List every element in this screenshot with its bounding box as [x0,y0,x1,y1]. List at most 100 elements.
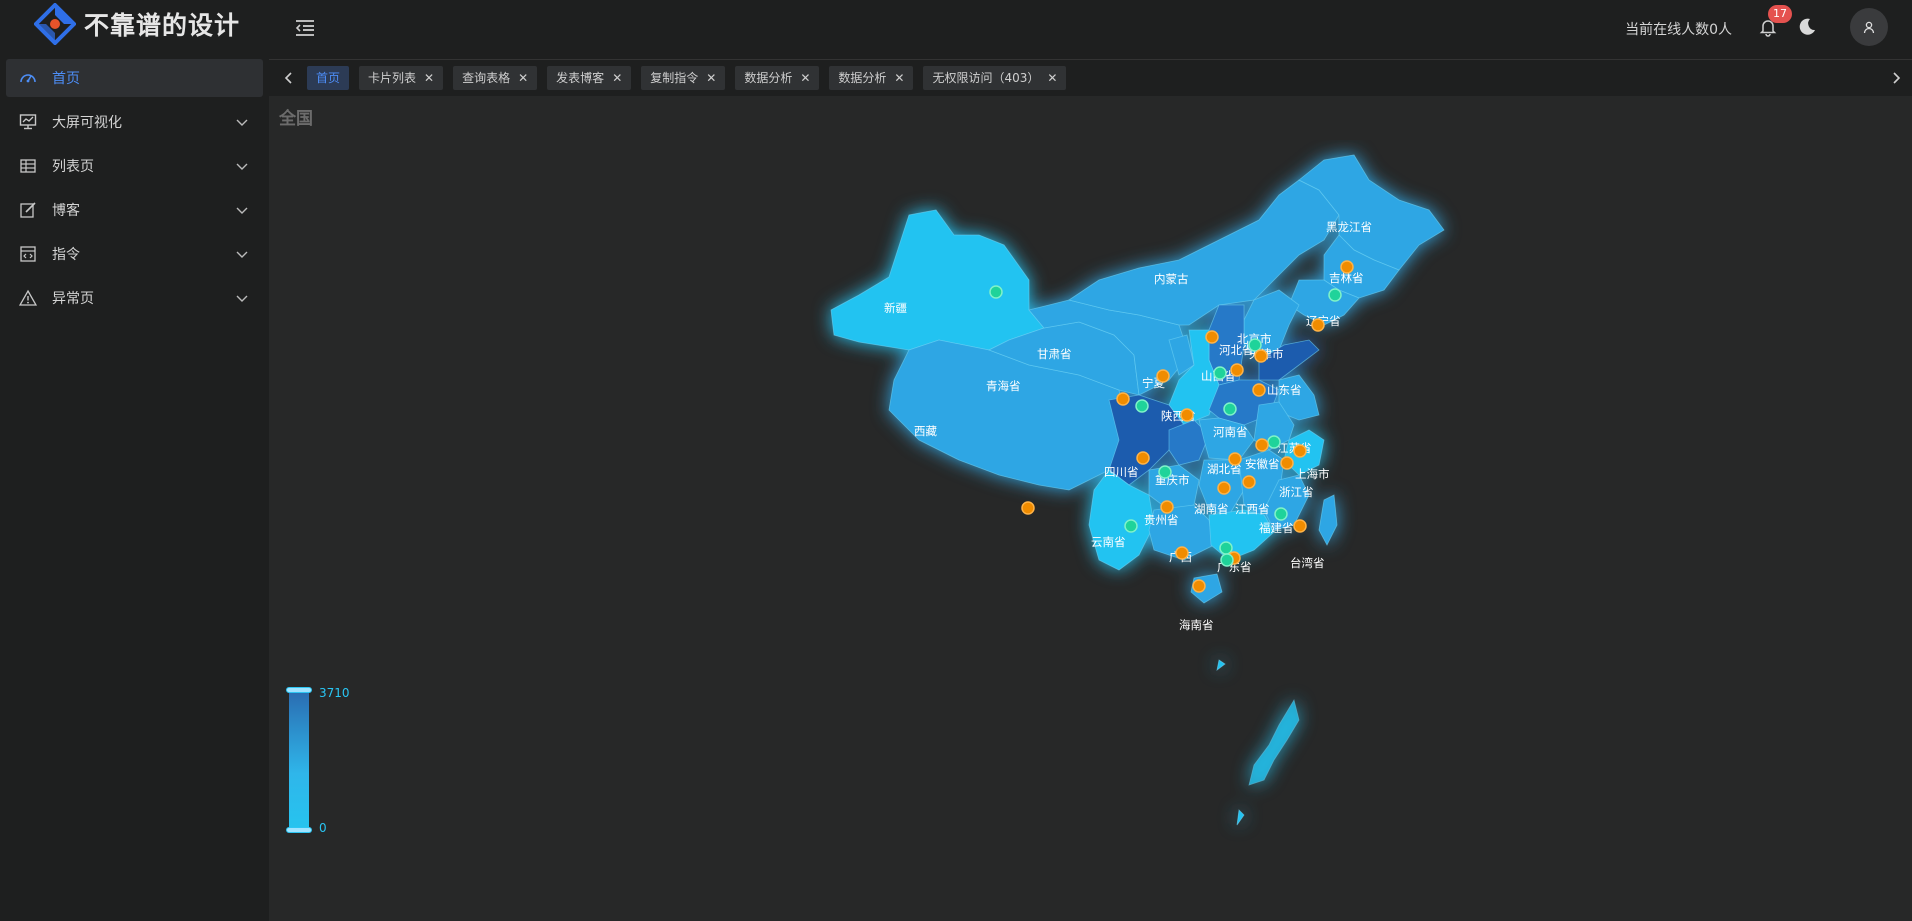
tab-copy-directive[interactable]: 复制指令 ✕ [641,66,726,90]
tab-data-analysis[interactable]: 数据分析 ✕ [735,66,820,90]
tab-home[interactable]: 首页 [307,66,350,90]
label-shandong: 山东省 [1267,383,1302,397]
legend-min-handle[interactable] [286,827,312,833]
sidebar-item-directive[interactable]: 指令 [6,235,263,273]
tab-data-analysis-2[interactable]: 数据分析 ✕ [829,66,914,90]
south-china-sea-islands [1248,698,1300,786]
marker-hebei [1230,363,1244,377]
marker-jiangxi [1242,475,1256,489]
tab-label: 发表博客 [556,71,605,85]
sidebar-item-exception[interactable]: 异常页 [6,279,263,317]
close-icon[interactable]: ✕ [612,66,622,90]
marker-henan [1223,402,1237,416]
tab-card-list[interactable]: 卡片列表 ✕ [359,66,444,90]
label-taiwan: 台湾省 [1290,556,1325,570]
warning-icon [18,288,38,308]
tab-label: 复制指令 [650,71,699,85]
marker-jilin [1328,288,1342,302]
chevron-down-icon [236,163,248,170]
marker-ningxia [1156,369,1170,383]
sidebar-item-big-screen[interactable]: 大屏可视化 [6,103,263,141]
sidebar: 不靠谱的设计 首页 大屏可视化 列表页 博客 指令 异常页 [0,0,270,921]
sidebar-item-label: 异常页 [52,291,94,307]
province-guangdong [1208,509,1275,561]
region-title[interactable]: 全国 [279,104,313,129]
chevron-left-icon[interactable] [281,70,297,86]
code-window-icon [18,244,38,264]
close-icon[interactable]: ✕ [706,66,716,90]
tab-label: 数据分析 [744,71,793,85]
label-fujian: 福建省 [1259,521,1294,535]
dashboard-icon [18,68,38,88]
tab-no-permission[interactable]: 无权限访问（403） ✕ [923,66,1067,90]
legend-max-handle[interactable] [286,687,312,693]
label-guizhou: 贵州省 [1144,513,1179,527]
tab-label: 查询表格 [462,71,511,85]
marker-guangxi [1175,546,1189,560]
legend-gradient-bar [289,690,309,830]
marker-tianjin [1254,349,1268,363]
china-map[interactable]: 新疆 西藏 青海省 甘肃省 内蒙古 黑龙江省 吉林省 辽宁省 北京市 河北省 天… [739,140,1519,910]
marker-guangdong [1219,541,1233,555]
marker-guizhou [1160,500,1174,514]
avatar[interactable] [1850,8,1888,46]
moon-icon[interactable] [1796,16,1818,38]
close-icon[interactable]: ✕ [800,66,810,90]
marker-xinjiang [989,285,1003,299]
sidebar-item-home[interactable]: 首页 [6,59,263,97]
chevron-down-icon [236,295,248,302]
close-icon[interactable]: ✕ [424,66,434,90]
marker-beijing [1248,338,1262,352]
tab-bar: 首页 卡片列表 ✕ 查询表格 ✕ 发表博客 ✕ 复制指令 ✕ 数据分析 ✕ 数据分析 ✕ 无… [269,60,1912,96]
table-icon [18,156,38,176]
label-shanghai: 上海市 [1295,467,1330,481]
marker-jiangsu [1267,435,1281,449]
close-icon[interactable]: ✕ [1047,66,1057,90]
marker-chongqing [1158,465,1172,479]
chevron-down-icon [236,251,248,258]
marker-heilongjiang [1340,260,1354,274]
main-content: 全国 新疆 西藏 青海省 甘肃省 内蒙古 黑龙江省 吉林省 河北省 山东省 宁夏… [269,96,1912,921]
menu-fold-icon[interactable] [293,16,317,40]
sidebar-item-list[interactable]: 列表页 [6,147,263,185]
tab-label: 首页 [316,71,341,85]
marker-shanghai [1293,444,1307,458]
sidebar-item-label: 首页 [52,71,80,87]
marker-shanxi [1213,366,1227,380]
chevron-down-icon [236,119,248,126]
close-icon[interactable]: ✕ [894,66,904,90]
marker-zhejiang [1280,456,1294,470]
marker-fujian [1274,507,1288,521]
marker-gansu [1135,399,1149,413]
marker-hubei [1228,452,1242,466]
logo[interactable]: 不靠谱的设计 [0,0,269,48]
sidebar-item-blog[interactable]: 博客 [6,191,263,229]
notification-badge: 17 [1768,5,1792,23]
edit-icon [18,200,38,220]
marker-yunnan [1124,519,1138,533]
sidebar-item-label: 指令 [52,247,80,263]
label-inner-mongolia: 内蒙古 [1154,272,1189,286]
marker-taiwan [1293,519,1307,533]
marker-sichuan [1136,451,1150,465]
visual-map-legend[interactable]: 3710 0 [286,686,366,836]
close-icon[interactable]: ✕ [518,66,528,90]
label-sichuan: 四川省 [1104,465,1139,479]
online-count-text: 当前在线人数0人 [1625,22,1732,38]
province-xinjiang [830,209,1045,351]
label-tibet: 西藏 [914,424,937,438]
chevron-right-icon[interactable] [1888,70,1904,86]
label-heilongjiang: 黑龙江省 [1326,220,1372,234]
tab-query-table[interactable]: 查询表格 ✕ [453,66,538,90]
marker-shaanxi [1180,408,1194,422]
tab-list: 首页 卡片列表 ✕ 查询表格 ✕ 发表博客 ✕ 复制指令 ✕ 数据分析 ✕ 数据分析 ✕ 无… [307,66,1076,90]
label-hainan: 海南省 [1179,618,1214,632]
legend-max-label: 3710 [319,686,350,700]
marker-qinghai [1116,392,1130,406]
marker-liaoning [1311,318,1325,332]
tab-publish-blog[interactable]: 发表博客 ✕ [547,66,632,90]
province-taiwan [1318,494,1338,546]
side-menu: 首页 大屏可视化 列表页 博客 指令 异常页 [0,59,269,317]
marker-hainan [1192,579,1206,593]
tab-label: 卡片列表 [368,71,417,85]
